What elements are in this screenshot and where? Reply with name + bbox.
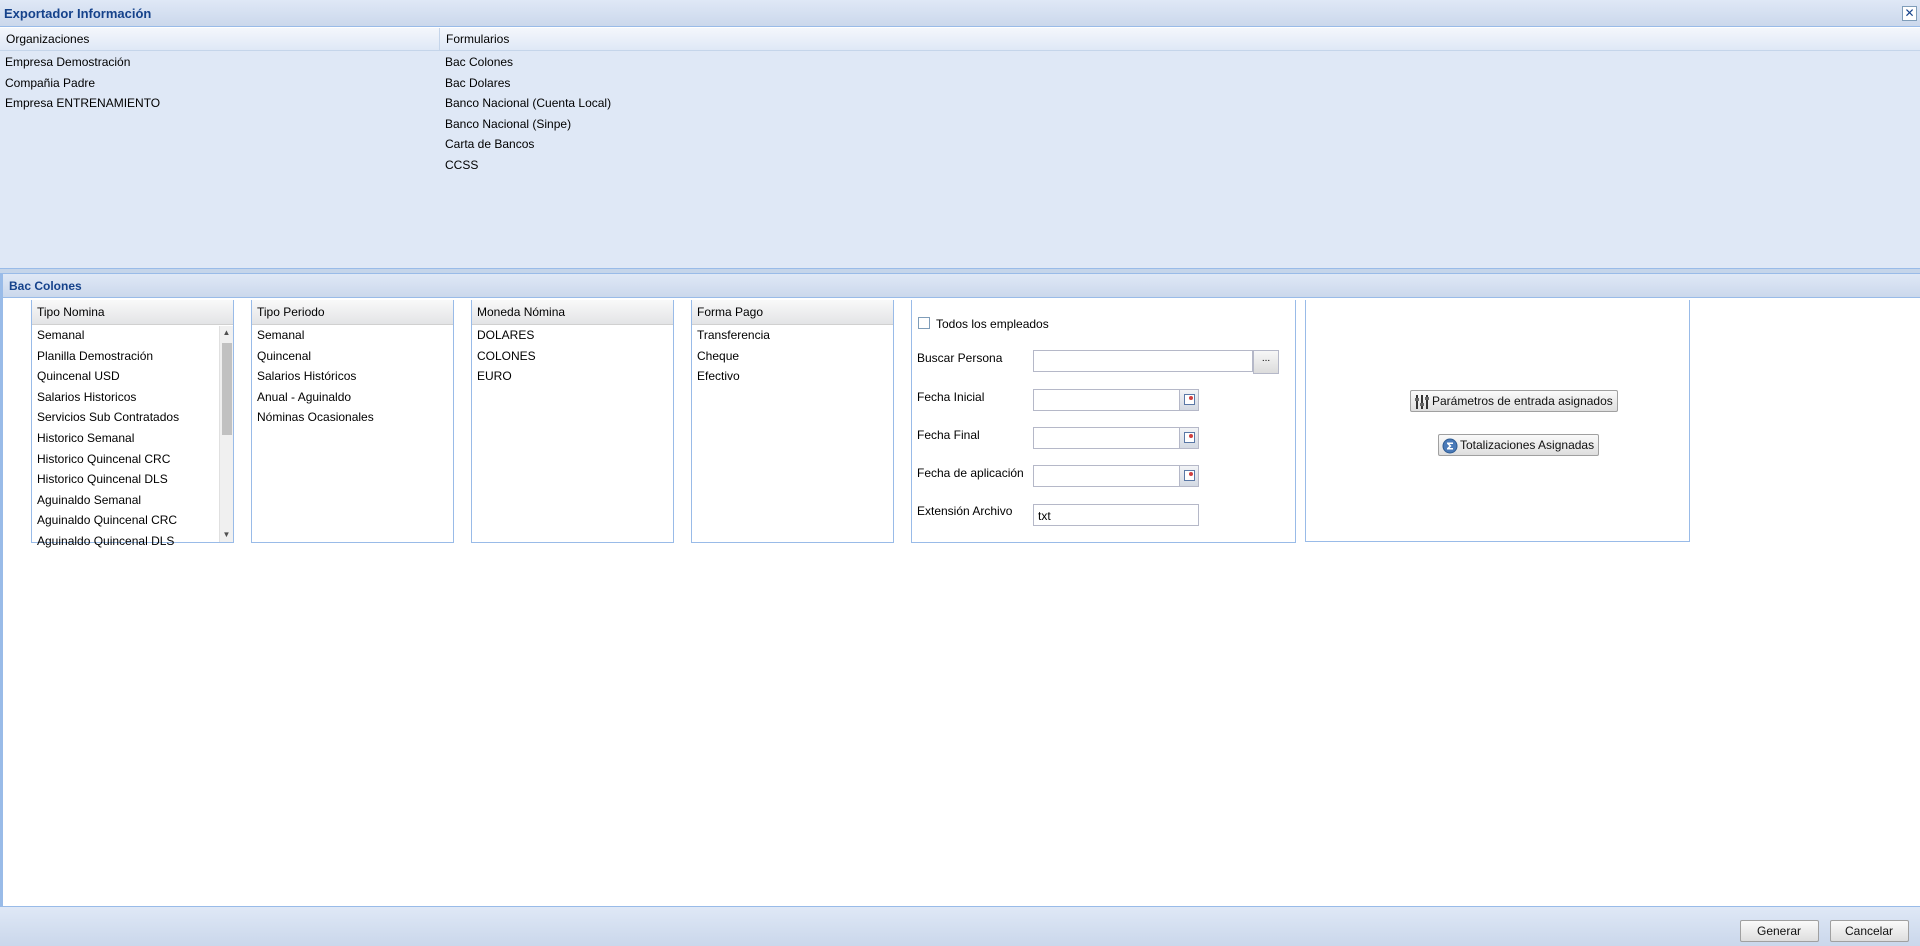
close-icon[interactable]: ✕ <box>1902 6 1917 21</box>
list-item[interactable]: Historico Semanal <box>32 428 219 449</box>
scroll-up-icon[interactable]: ▲ <box>220 326 233 340</box>
todos-empleados-label[interactable]: Todos los empleados <box>936 317 1049 331</box>
footer-bar: Generar Cancelar <box>0 906 1920 946</box>
list-item[interactable]: DOLARES <box>472 325 673 346</box>
calendar-icon <box>1184 432 1195 443</box>
scroll-thumb[interactable] <box>222 343 232 435</box>
fecha-aplicacion-field[interactable] <box>1033 465 1199 487</box>
buscar-persona-button[interactable]: ... <box>1253 350 1279 374</box>
parametros-entrada-button[interactable]: Parámetros de entrada asignados <box>1410 390 1618 412</box>
list-item[interactable]: Compañia Padre <box>0 73 439 94</box>
list-item[interactable]: Nóminas Ocasionales <box>252 407 453 428</box>
extension-archivo-input[interactable]: txt <box>1033 504 1199 526</box>
fecha-aplicacion-label: Fecha de aplicación <box>917 466 1024 480</box>
list-item[interactable]: EURO <box>472 366 673 387</box>
buscar-persona-label: Buscar Persona <box>917 351 1003 365</box>
parametros-entrada-label: Parámetros de entrada asignados <box>1432 394 1613 408</box>
list-item[interactable]: Quincenal <box>252 346 453 367</box>
fecha-final-label: Fecha Final <box>917 428 980 442</box>
calendar-icon <box>1184 470 1195 481</box>
tipo-periodo-header: Tipo Periodo <box>252 300 453 325</box>
list-item[interactable]: Aguinaldo Quincenal CRC <box>32 510 219 531</box>
grid-header: Organizaciones Formularios <box>0 28 1920 51</box>
list-item[interactable]: Cheque <box>692 346 893 367</box>
list-item[interactable]: Anual - Aguinaldo <box>252 387 453 408</box>
tipo-periodo-list[interactable]: Tipo Periodo Semanal Quincenal Salarios … <box>251 300 454 543</box>
list-item[interactable]: Semanal <box>252 325 453 346</box>
organizaciones-list: Empresa Demostración Compañia Padre Empr… <box>0 52 439 114</box>
totalizaciones-label: Totalizaciones Asignadas <box>1460 438 1595 452</box>
list-item[interactable]: Efectivo <box>692 366 893 387</box>
list-item[interactable]: Empresa ENTRENAMIENTO <box>0 93 439 114</box>
forma-pago-list[interactable]: Forma Pago Transferencia Cheque Efectivo <box>691 300 894 543</box>
sliders-icon <box>1415 394 1429 409</box>
window-titlebar: Exportador Información ✕ <box>0 0 1920 27</box>
list-item[interactable]: Bac Dolares <box>440 73 1040 94</box>
calendar-icon <box>1184 394 1195 405</box>
list-item[interactable]: Carta de Bancos <box>440 134 1040 155</box>
moneda-nomina-header: Moneda Nómina <box>472 300 673 325</box>
date-trigger[interactable] <box>1179 427 1199 449</box>
list-item[interactable]: Salarios Historicos <box>32 387 219 408</box>
date-trigger[interactable] <box>1179 389 1199 411</box>
window-title: Exportador Información <box>4 6 152 21</box>
tipo-nomina-list[interactable]: Tipo Nomina Semanal Planilla Demostració… <box>31 300 234 548</box>
list-item[interactable]: Transferencia <box>692 325 893 346</box>
scroll-down-icon[interactable]: ▼ <box>220 528 233 542</box>
formularios-list: Bac Colones Bac Dolares Banco Nacional (… <box>440 52 1040 175</box>
list-item[interactable]: Empresa Demostración <box>0 52 439 73</box>
list-item[interactable]: Quincenal USD <box>32 366 219 387</box>
fecha-final-field[interactable] <box>1033 427 1199 449</box>
tipo-nomina-header: Tipo Nomina <box>32 300 233 325</box>
formularios-header[interactable]: Formularios <box>440 28 509 51</box>
list-item[interactable]: Semanal <box>32 325 219 346</box>
list-item[interactable]: Aguinaldo Quincenal DLS <box>32 531 219 552</box>
moneda-nomina-list[interactable]: Moneda Nómina DOLARES COLONES EURO <box>471 300 674 543</box>
list-item[interactable]: Banco Nacional (Sinpe) <box>440 114 1040 135</box>
panel-header: Bac Colones <box>3 274 1920 298</box>
date-trigger[interactable] <box>1179 465 1199 487</box>
list-item[interactable]: Servicios Sub Contratados <box>32 407 219 428</box>
totalizaciones-button[interactable]: Totalizaciones Asignadas <box>1438 434 1600 456</box>
list-item[interactable]: Planilla Demostración <box>32 346 219 367</box>
extension-archivo-value: txt <box>1038 509 1051 523</box>
list-item[interactable]: COLONES <box>472 346 673 367</box>
fecha-inicial-field[interactable] <box>1033 389 1199 411</box>
buscar-persona-input[interactable]: ... <box>1033 350 1279 374</box>
todos-empleados-checkbox[interactable] <box>918 317 930 329</box>
list-item[interactable]: CCSS <box>440 155 1040 176</box>
selection-grid: Organizaciones Formularios Empresa Demos… <box>0 28 1920 268</box>
extension-archivo-label: Extensión Archivo <box>917 504 1013 518</box>
forma-pago-header: Forma Pago <box>692 300 893 325</box>
list-item[interactable]: Historico Quincenal CRC <box>32 449 219 470</box>
cancelar-button[interactable]: Cancelar <box>1830 920 1909 942</box>
list-item[interactable]: Historico Quincenal DLS <box>32 469 219 490</box>
assigned-actions-panel: Parámetros de entrada asignados Totaliza… <box>1305 300 1690 542</box>
list-item[interactable]: Bac Colones <box>440 52 1040 73</box>
fecha-inicial-label: Fecha Inicial <box>917 390 985 404</box>
filter-panel: Todos los empleados Buscar Persona ... F… <box>911 300 1296 543</box>
panel-title: Bac Colones <box>9 279 82 293</box>
list-item[interactable]: Banco Nacional (Cuenta Local) <box>440 93 1040 114</box>
sigma-icon <box>1442 438 1458 454</box>
list-item[interactable]: Salarios Históricos <box>252 366 453 387</box>
generar-button[interactable]: Generar <box>1740 920 1819 942</box>
list-item[interactable]: Aguinaldo Semanal <box>32 490 219 511</box>
vertical-scrollbar[interactable]: ▲ ▼ <box>219 326 233 542</box>
organizaciones-header[interactable]: Organizaciones <box>0 28 89 51</box>
